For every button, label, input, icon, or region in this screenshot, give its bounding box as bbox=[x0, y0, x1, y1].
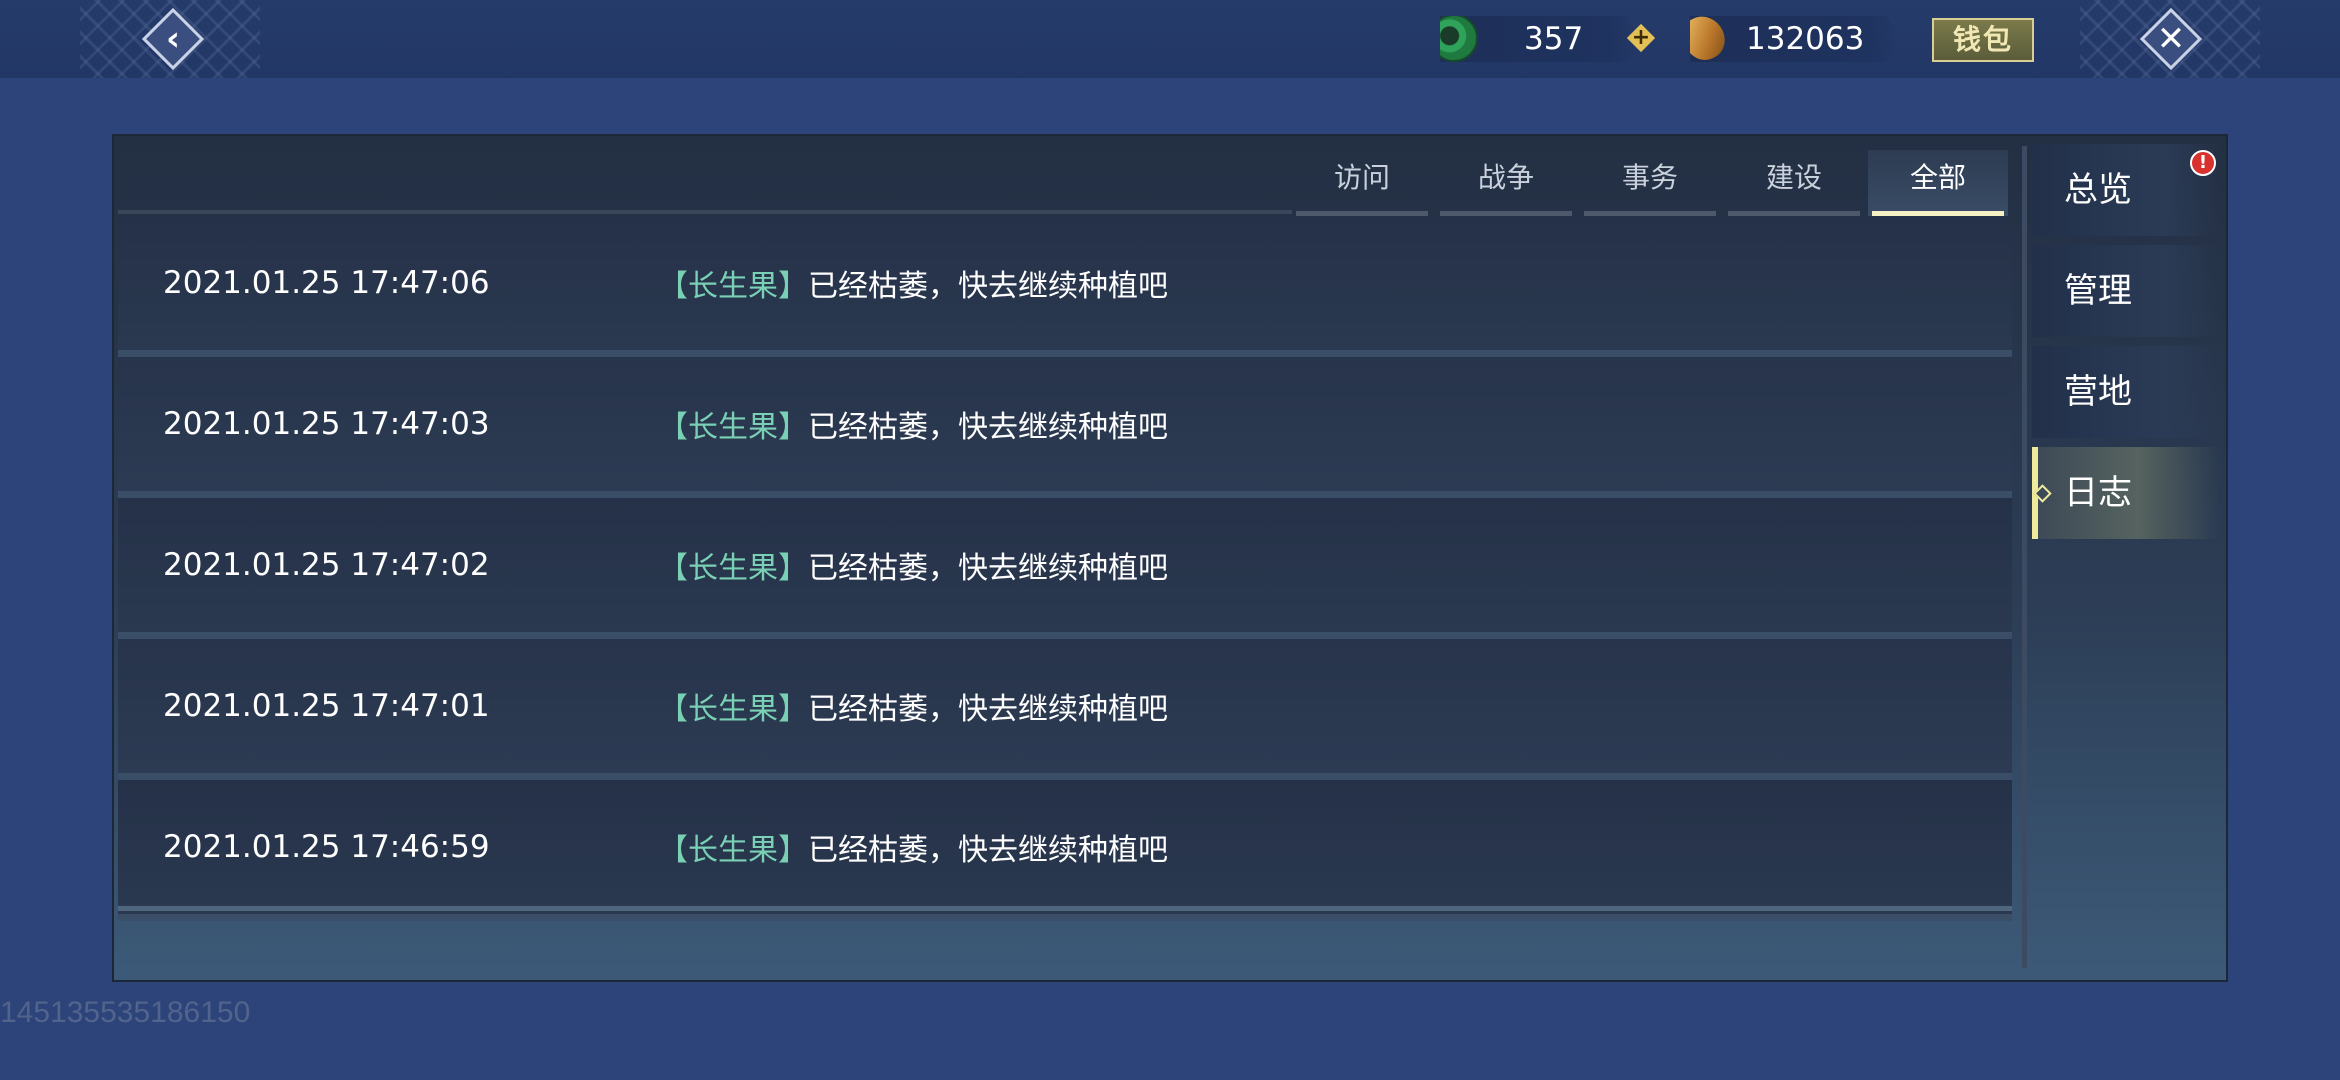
log-message: 【长生果】 已经枯萎，快去继续种植吧 bbox=[658, 780, 1168, 914]
log-message: 【长生果】 已经枯萎，快去继续种植吧 bbox=[658, 498, 1168, 632]
side-nav-log[interactable]: 日志 bbox=[2032, 447, 2220, 539]
close-x-icon: ✕ bbox=[2156, 19, 2186, 59]
log-row: 2021.01.25 17:47:06 【长生果】 已经枯萎，快去继续种植吧 bbox=[118, 216, 2012, 357]
add-jade-button[interactable]: + bbox=[1626, 23, 1656, 53]
log-row: 2021.01.25 17:47:01 【长生果】 已经枯萎，快去继续种植吧 bbox=[118, 639, 2012, 780]
log-row: 2021.01.25 17:47:02 【长生果】 已经枯萎，快去继续种植吧 bbox=[118, 498, 2012, 639]
wallet-button[interactable]: 钱包 bbox=[1932, 18, 2034, 62]
log-message: 【长生果】 已经枯萎，快去继续种植吧 bbox=[658, 357, 1168, 491]
copper-coin-icon bbox=[1690, 16, 1732, 62]
tabs-underline bbox=[118, 210, 1292, 214]
jade-icon bbox=[1440, 16, 1478, 62]
plus-icon: + bbox=[1631, 25, 1651, 50]
list-scroll-track bbox=[118, 906, 2012, 911]
top-bar: ‹ 357 + 132063 钱包 ✕ bbox=[0, 0, 2340, 78]
panel-divider bbox=[2022, 146, 2027, 968]
item-name: 【长生果】 bbox=[658, 410, 808, 445]
item-name: 【长生果】 bbox=[658, 833, 808, 868]
side-nav-manage[interactable]: 管理 bbox=[2032, 245, 2220, 337]
coin-value: 132063 bbox=[1746, 21, 1865, 57]
active-diamond-icon bbox=[2033, 484, 2052, 503]
tab-label: 事务 bbox=[1621, 161, 1678, 194]
jade-value: 357 bbox=[1524, 21, 1584, 57]
tab-visit[interactable]: 访问 bbox=[1292, 150, 1432, 216]
log-row: 2021.01.25 17:46:59 【长生果】 已经枯萎，快去继续种植吧 bbox=[118, 780, 2012, 921]
coin-currency: 132063 bbox=[1690, 16, 1900, 62]
side-nav-label: 管理 bbox=[2064, 271, 2132, 311]
side-nav-label: 总览 bbox=[2064, 170, 2132, 210]
log-row: 2021.01.25 17:47:03 【长生果】 已经枯萎，快去继续种植吧 bbox=[118, 357, 2012, 498]
log-time: 2021.01.25 17:47:01 bbox=[163, 688, 490, 724]
log-time: 2021.01.25 17:47:03 bbox=[163, 406, 490, 442]
side-nav-label: 日志 bbox=[2064, 473, 2132, 513]
tab-war[interactable]: 战争 bbox=[1436, 150, 1576, 216]
tab-construction[interactable]: 建设 bbox=[1724, 150, 1864, 216]
tab-label: 战争 bbox=[1477, 161, 1534, 194]
back-button[interactable]: ‹ bbox=[140, 6, 206, 72]
close-button[interactable]: ✕ bbox=[2138, 6, 2204, 72]
player-id: 145135535186150 bbox=[0, 996, 251, 1029]
tab-label: 建设 bbox=[1765, 161, 1822, 194]
log-message: 【长生果】 已经枯萎，快去继续种植吧 bbox=[658, 639, 1168, 773]
jade-currency: 357 bbox=[1440, 16, 1640, 62]
log-time: 2021.01.25 17:47:06 bbox=[163, 265, 490, 301]
side-nav-label: 营地 bbox=[2064, 372, 2132, 412]
log-message: 【长生果】 已经枯萎，快去继续种植吧 bbox=[658, 216, 1168, 350]
log-time: 2021.01.25 17:46:59 bbox=[163, 829, 490, 865]
alert-icon: ! bbox=[2190, 150, 2216, 176]
log-time: 2021.01.25 17:47:02 bbox=[163, 547, 490, 583]
side-nav-camp[interactable]: 营地 bbox=[2032, 346, 2220, 438]
item-name: 【长生果】 bbox=[658, 269, 808, 304]
tab-all[interactable]: 全部 bbox=[1868, 150, 2008, 216]
tab-label: 全部 bbox=[1909, 161, 1966, 194]
item-name: 【长生果】 bbox=[658, 692, 808, 727]
tab-affairs[interactable]: 事务 bbox=[1580, 150, 1720, 216]
item-name: 【长生果】 bbox=[658, 551, 808, 586]
tab-label: 访问 bbox=[1333, 161, 1390, 194]
back-arrow-icon: ‹ bbox=[165, 19, 180, 59]
